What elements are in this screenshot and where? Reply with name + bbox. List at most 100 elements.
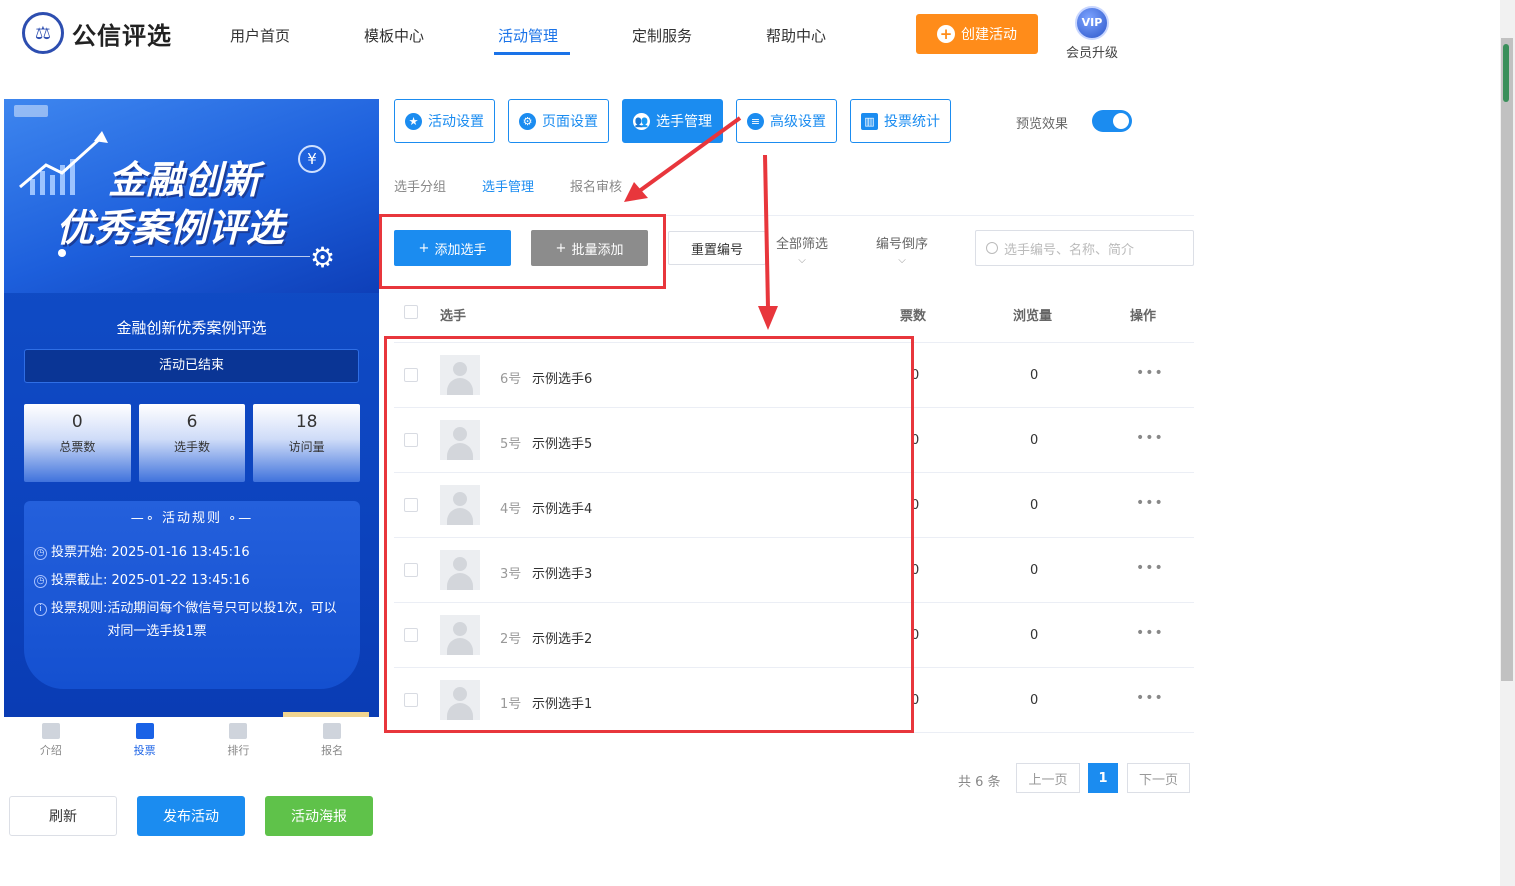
stat-value: 18 <box>295 412 318 432</box>
vote-icon <box>135 723 154 739</box>
create-activity-label: 创建活动 <box>961 27 1017 43</box>
mobile-preview: 金融创新 优秀案例评选 ¥ ⚙ 金融创新优秀案例评选 活动已结束 0 总票数 6… <box>4 99 379 717</box>
chevron-down-icon: ⌵ <box>898 255 906 266</box>
create-activity-button[interactable]: + 创建活动 <box>916 14 1038 54</box>
tab-intro[interactable]: 介绍 <box>4 717 98 767</box>
preview-actions: 刷新 发布活动 活动海报 <box>9 796 373 836</box>
gear-icon: ⚙ <box>310 241 336 274</box>
header-votes: 票数 <box>900 309 927 324</box>
stat-visits: 18 访问量 <box>253 404 361 482</box>
stat-label: 访问量 <box>288 440 325 454</box>
more-actions-icon[interactable]: ••• <box>1136 560 1164 576</box>
nav-user-home[interactable]: 用户首页 <box>230 0 364 70</box>
tab-contestant-management[interactable]: 👥 选手管理 <box>622 99 723 143</box>
stat-label: 选手数 <box>174 440 211 454</box>
banner-dot <box>58 249 66 257</box>
toggle-knob <box>1113 113 1129 129</box>
more-actions-icon[interactable]: ••• <box>1136 365 1164 381</box>
preview-toggle-label: 预览效果 <box>1016 117 1069 132</box>
rule-label: 投票规则: <box>51 601 108 616</box>
banner-title-line1: 金融创新 <box>108 158 261 202</box>
stat-label: 总票数 <box>59 440 96 454</box>
contestant-search-input[interactable]: 选手编号、名称、简介 <box>975 230 1194 266</box>
gear-icon: ⚙ <box>519 112 536 130</box>
bookmark-icon <box>41 723 60 739</box>
nav-help-center[interactable]: 帮助中心 <box>766 0 900 70</box>
users-icon: 👥 <box>633 112 650 130</box>
filter-all-dropdown[interactable]: 全部筛选 ⌵ <box>776 233 828 267</box>
stat-contestants: 6 选手数 <box>138 404 246 482</box>
logo-text: 公信评选 <box>72 21 172 50</box>
tab-page-settings[interactable]: ⚙ 页面设置 <box>508 99 609 143</box>
preview-banner: 金融创新 优秀案例评选 ¥ ⚙ <box>4 99 379 293</box>
subtab-signup-review[interactable]: 报名审核 <box>570 176 622 195</box>
page: ⚖ 公信评选 用户首页 模板中心 活动管理 定制服务 帮助中心 + 创建活动 V… <box>0 0 1515 886</box>
tab-label: 投票 <box>133 744 156 757</box>
tab-vote-statistics[interactable]: ▥ 投票统计 <box>850 99 951 143</box>
filter-label: 全部筛选 <box>776 237 829 252</box>
stats-row: 0 总票数 6 选手数 18 访问量 <box>24 404 361 482</box>
sub-tabs: 选手分组 选手管理 报名审核 <box>394 176 622 195</box>
activity-poster-button[interactable]: 活动海报 <box>265 796 373 836</box>
scrollbar-thumb[interactable] <box>1501 38 1513 681</box>
subtab-contestant-management[interactable]: 选手管理 <box>482 176 534 195</box>
nav-activity-management[interactable]: 活动管理 <box>498 0 632 70</box>
next-page-button[interactable]: 下一页 <box>1127 763 1190 793</box>
prev-page-button[interactable]: 上一页 <box>1016 763 1080 793</box>
banner-title-line2: 优秀案例评选 <box>56 206 285 250</box>
pagination-total: 共 6 条 <box>958 775 1001 790</box>
stat-value: 0 <box>71 412 83 432</box>
rule-value: 2025-01-22 13:45:16 <box>111 573 250 588</box>
current-page-button[interactable]: 1 <box>1088 763 1118 793</box>
vip-upgrade[interactable]: VIP 会员升级 <box>1062 6 1122 61</box>
highlight-toolbar-buttons <box>379 214 666 289</box>
more-actions-icon[interactable]: ••• <box>1136 430 1164 446</box>
rule-end: ◷ 投票截止: 2025-01-22 13:45:16 <box>34 573 354 592</box>
tab-label: 高级设置 <box>770 114 826 130</box>
rule-label: 投票开始: <box>51 545 108 560</box>
advanced-settings-icon: ≡ <box>747 112 764 130</box>
nav-template-center[interactable]: 模板中心 <box>364 0 498 70</box>
tab-ranking[interactable]: 排行 <box>192 717 286 767</box>
growth-chart-icon <box>19 131 108 195</box>
refresh-button[interactable]: 刷新 <box>9 796 117 836</box>
table-header: 选手 票数 浏览量 操作 <box>394 283 1194 343</box>
more-actions-icon[interactable]: ••• <box>1136 690 1164 706</box>
logo[interactable]: ⚖ 公信评选 <box>22 12 172 54</box>
reset-numbering-button[interactable]: 重置编号 <box>668 231 766 265</box>
clock-icon: ◷ <box>34 547 47 560</box>
rule-policy: i 投票规则: 活动期间每个微信号只可以投1次，可以对同一选手投1票 <box>34 601 354 643</box>
tab-advanced-settings[interactable]: ≡ 高级设置 <box>736 99 837 143</box>
tab-activity-settings[interactable]: ★ 活动设置 <box>394 99 495 143</box>
sort-dropdown[interactable]: 编号倒序 ⌵ <box>876 233 928 267</box>
preview-toggle[interactable] <box>1092 110 1132 132</box>
nav-custom-service[interactable]: 定制服务 <box>632 0 766 70</box>
top-header: ⚖ 公信评选 用户首页 模板中心 活动管理 定制服务 帮助中心 + 创建活动 V… <box>0 0 1500 70</box>
view-count: 0 <box>1030 433 1039 448</box>
stat-value: 6 <box>186 412 198 432</box>
more-actions-icon[interactable]: ••• <box>1136 625 1164 641</box>
publish-activity-button[interactable]: 发布活动 <box>137 796 245 836</box>
more-actions-icon[interactable]: ••• <box>1136 495 1164 511</box>
tab-label: 介绍 <box>39 744 62 757</box>
tab-label: 选手管理 <box>656 114 712 130</box>
search-icon <box>986 242 998 254</box>
tab-label: 投票统计 <box>884 114 940 130</box>
view-count: 0 <box>1030 563 1039 578</box>
info-icon: i <box>34 603 47 616</box>
activity-status: 活动已结束 <box>24 349 359 383</box>
rules-title: —∘ 活动规则 ∘— <box>130 511 254 526</box>
tab-label: 活动设置 <box>428 114 484 130</box>
tab-vote[interactable]: 投票 <box>98 717 192 767</box>
tab-signup[interactable]: 报名 <box>285 717 379 767</box>
select-all-checkbox[interactable] <box>404 305 418 319</box>
rule-value: 活动期间每个微信号只可以投1次，可以对同一选手投1票 <box>107 601 337 639</box>
search-placeholder: 选手编号、名称、简介 <box>1004 242 1135 258</box>
rules-title-text: 活动规则 <box>161 511 222 526</box>
subtab-contestant-groups[interactable]: 选手分组 <box>394 176 446 195</box>
rules-panel: —∘ 活动规则 ∘— ◷ 投票开始: 2025-01-16 13:45:16 ◷… <box>24 501 360 689</box>
sort-label: 编号倒序 <box>876 237 929 252</box>
view-count: 0 <box>1030 628 1039 643</box>
tab-label: 报名 <box>321 744 344 757</box>
header-contestant: 选手 <box>440 309 467 324</box>
